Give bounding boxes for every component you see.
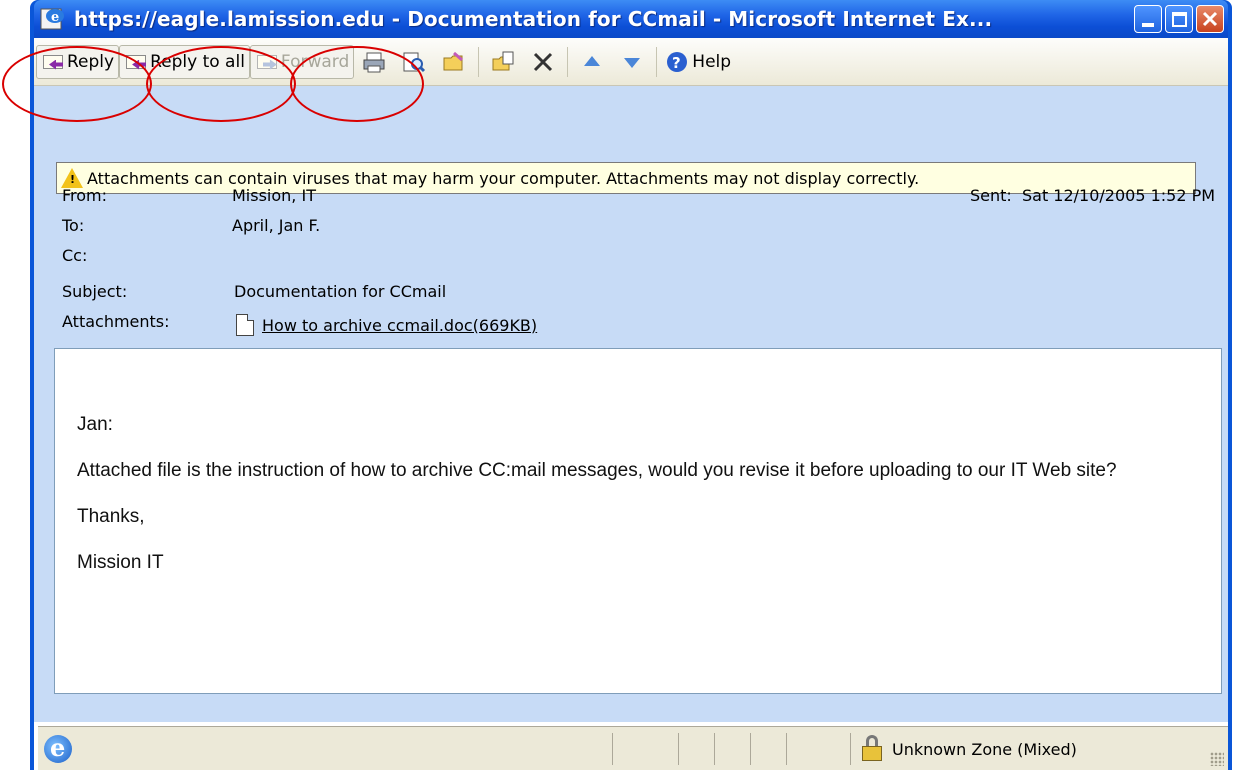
subject-label: Subject: xyxy=(62,282,128,301)
body-closing: Thanks, xyxy=(77,506,145,527)
security-zone[interactable]: Unknown Zone (Mixed) xyxy=(858,735,1077,763)
sent-label: Sent: xyxy=(970,186,1012,205)
attachment-link[interactable]: How to archive ccmail.doc(669KB) xyxy=(236,314,537,336)
subject-value: Documentation for CCmail xyxy=(234,282,447,301)
resize-grip[interactable] xyxy=(1210,752,1224,766)
sent-value: Sat 12/10/2005 1:52 PM xyxy=(1021,186,1216,205)
from-value[interactable]: Mission, IT xyxy=(232,186,316,205)
previous-item-button[interactable] xyxy=(577,47,607,77)
status-bar: Unknown Zone (Mixed) xyxy=(38,726,1228,770)
cc-label: Cc: xyxy=(62,246,88,265)
help-button[interactable]: ? Help xyxy=(661,45,736,79)
window-title: https://eagle.lamission.edu - Documentat… xyxy=(74,7,993,31)
find-button[interactable] xyxy=(399,47,429,77)
internet-explorer-icon: e xyxy=(40,6,66,32)
arrow-down-icon xyxy=(624,57,641,68)
zone-text: Unknown Zone (Mixed) xyxy=(892,739,1077,759)
warning-icon: ! xyxy=(61,168,83,188)
toolbar-separator xyxy=(567,46,569,77)
status-cell-divider xyxy=(786,733,787,765)
page-icon xyxy=(44,733,72,763)
to-value[interactable]: April, Jan F. xyxy=(232,216,320,235)
copy-to-folder-button[interactable] xyxy=(488,47,518,77)
copy-folder-icon xyxy=(492,51,514,70)
print-button[interactable] xyxy=(359,47,389,77)
find-icon xyxy=(403,52,426,72)
reply-icon xyxy=(41,50,65,74)
forward-icon xyxy=(255,50,279,74)
reply-all-button[interactable]: Reply to all xyxy=(119,44,250,79)
maximize-icon xyxy=(1172,12,1187,27)
reply-all-label: Reply to all xyxy=(150,51,245,72)
status-cell-divider xyxy=(678,733,679,765)
body-signature: Mission IT xyxy=(77,552,164,573)
status-cell-divider xyxy=(750,733,751,765)
toolbar: Reply Reply to all Forward ? Help xyxy=(34,38,1228,86)
printer-icon xyxy=(363,52,385,72)
close-icon xyxy=(1202,11,1218,27)
folder-icon xyxy=(443,51,464,70)
reply-button[interactable]: Reply xyxy=(36,44,120,79)
sent-group: Sent: Sat 12/10/2005 1:52 PM xyxy=(970,186,1215,205)
delete-button[interactable] xyxy=(528,47,558,77)
attachment-name: How to archive ccmail.doc(669KB) xyxy=(262,315,538,335)
svg-text:e: e xyxy=(51,10,59,25)
document-icon xyxy=(236,314,254,336)
lock-icon xyxy=(858,735,884,763)
next-item-button[interactable] xyxy=(617,47,647,77)
minimize-button[interactable] xyxy=(1134,5,1162,33)
title-bar[interactable]: e https://eagle.lamission.edu - Document… xyxy=(34,0,1228,38)
status-cell-divider xyxy=(612,733,613,765)
body-paragraph: Attached file is the instruction of how … xyxy=(77,460,1117,481)
help-icon: ? xyxy=(667,51,688,72)
status-cell-divider xyxy=(850,733,851,765)
svg-text:?: ? xyxy=(672,54,681,72)
toolbar-separator xyxy=(656,46,658,77)
arrow-up-icon xyxy=(584,55,601,66)
forward-label: Forward xyxy=(280,51,350,72)
delete-icon xyxy=(534,52,553,71)
minimize-icon xyxy=(1142,23,1154,27)
from-label: From: xyxy=(62,186,108,205)
reply-all-icon xyxy=(124,50,148,74)
toolbar-separator xyxy=(478,46,480,77)
forward-button[interactable]: Forward xyxy=(249,44,355,79)
to-label: To: xyxy=(62,216,85,235)
status-cell-divider xyxy=(714,733,715,765)
attachments-label: Attachments: xyxy=(62,312,170,331)
reply-label: Reply xyxy=(67,51,115,72)
message-body[interactable]: Jan: Attached file is the instruction of… xyxy=(54,348,1222,694)
maximize-button[interactable] xyxy=(1165,5,1193,33)
help-label: Help xyxy=(692,51,732,72)
move-to-folder-button[interactable] xyxy=(439,47,469,77)
close-button[interactable] xyxy=(1196,5,1224,33)
body-greeting: Jan: xyxy=(77,414,113,435)
warning-text: Attachments can contain viruses that may… xyxy=(87,168,920,188)
